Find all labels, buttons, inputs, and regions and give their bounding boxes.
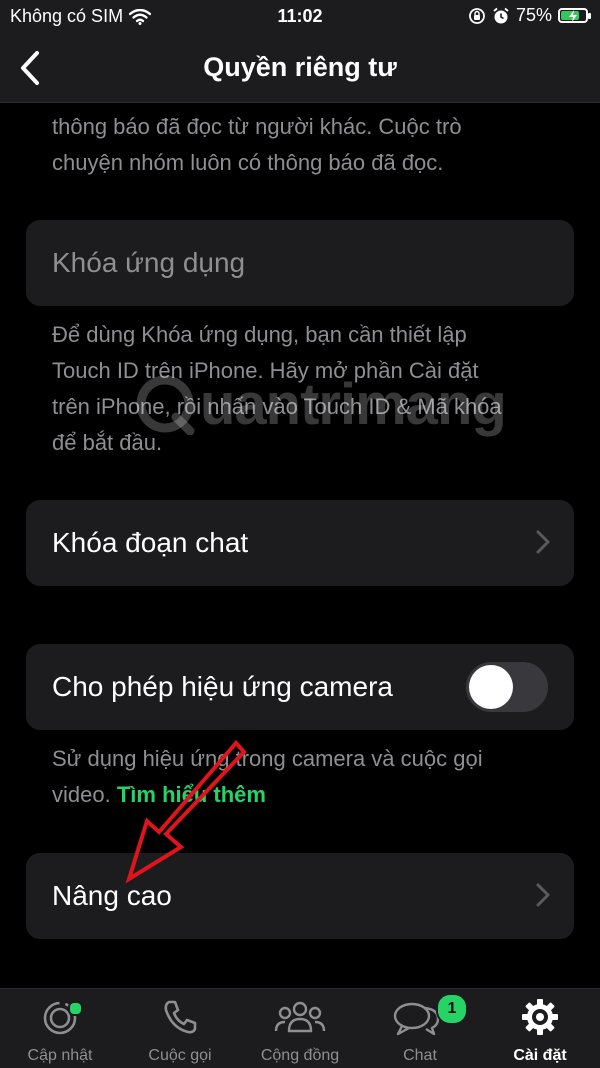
privacy-settings-list[interactable]: thông báo đã đọc từ người khác. Cuộc trò… — [0, 103, 600, 988]
charging-bolt-icon — [569, 10, 577, 22]
tab-label: Cập nhật — [27, 1047, 93, 1064]
alarm-icon — [493, 7, 509, 23]
page-title: Quyền riêng tư — [203, 52, 397, 82]
status-right: 75% — [468, 5, 591, 26]
tab-updates[interactable]: Cập nhật — [0, 989, 120, 1068]
orientation-lock-icon — [469, 7, 485, 24]
phone-icon — [164, 1000, 197, 1034]
tab-bar: Cập nhật Cuộc gọi Cộng đồng 1 Chat Cài đ… — [0, 988, 600, 1068]
battery-percent: 75% — [515, 5, 552, 25]
tab-calls[interactable]: Cuộc gọi — [120, 989, 240, 1068]
chat-bubbles-icon — [393, 1002, 440, 1036]
community-icon — [274, 1001, 326, 1033]
annotation-arrow-icon — [125, 739, 247, 884]
tab-chats[interactable]: 1 Chat — [360, 989, 480, 1068]
status-bar: Không có SIM 11:02 75% — [0, 0, 600, 34]
tab-label: Cài đặt — [513, 1047, 567, 1064]
navigation-bar: Quyền riêng tư — [0, 34, 600, 103]
tab-label: Chat — [403, 1047, 437, 1064]
settings-gear-icon — [522, 999, 558, 1035]
chat-unread-badge: 1 — [436, 993, 468, 1025]
tab-communities[interactable]: Cộng đồng — [240, 989, 360, 1068]
tab-label: Cộng đồng — [260, 1047, 340, 1064]
tab-settings[interactable]: Cài đặt — [480, 989, 600, 1068]
tab-label: Cuộc gọi — [148, 1047, 212, 1064]
battery-charging-icon — [558, 8, 591, 23]
updates-dot — [68, 1001, 83, 1016]
